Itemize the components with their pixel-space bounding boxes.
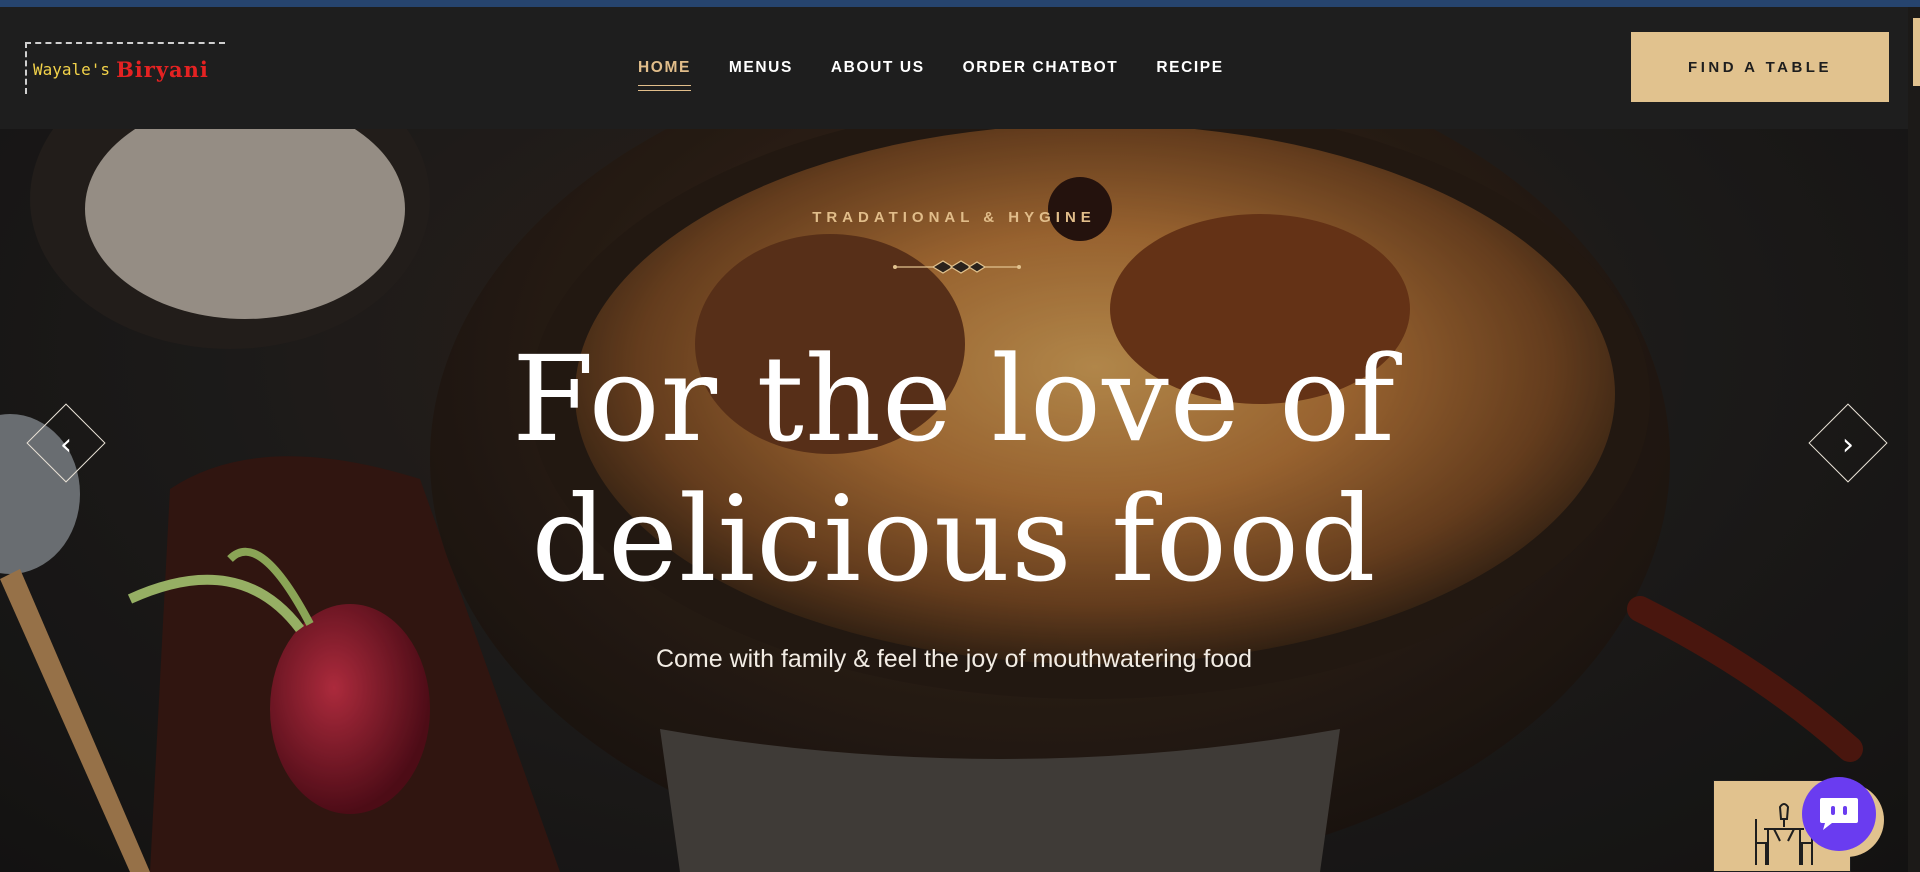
nav-order-chatbot[interactable]: ORDER CHATBOT <box>963 59 1119 77</box>
hero-tagline: Come with family & feel the joy of mouth… <box>655 645 1253 673</box>
nav-recipe[interactable]: RECIPE <box>1156 59 1223 77</box>
hero-title-line-1: For the love of <box>512 330 1396 468</box>
brand-name-first: Wayale's <box>33 59 111 79</box>
brand-name-second: Biryani <box>116 56 209 82</box>
chat-bubble-icon <box>1820 798 1858 830</box>
chat-launcher-button[interactable] <box>1802 777 1876 851</box>
nav-home[interactable]: HOME <box>638 59 691 91</box>
chevron-right-icon: › <box>1842 426 1854 462</box>
side-accent-sliver <box>1913 18 1920 86</box>
hero-subtitle: TRADATIONAL & HYGINE <box>812 209 1096 226</box>
nav-menus[interactable]: MENUS <box>729 59 793 77</box>
site-header: Wayale's Biryani HOME MENUS ABOUT US ORD… <box>0 7 1908 129</box>
hero-slider: TRADATIONAL & HYGINE For the love of del… <box>0 129 1908 872</box>
brand-logo[interactable]: Wayale's Biryani <box>25 42 225 94</box>
top-accent-strip <box>0 0 1920 7</box>
hero-title-line-2: delicious food <box>531 470 1377 608</box>
find-a-table-button[interactable]: FIND A TABLE <box>1631 32 1889 102</box>
hero-title: For the love of delicious food <box>0 329 1908 609</box>
chevron-left-icon: ‹ <box>60 426 72 462</box>
main-nav: HOME MENUS ABOUT US ORDER CHATBOT RECIPE <box>638 59 1224 91</box>
nav-about-us[interactable]: ABOUT US <box>831 59 925 77</box>
ornament-divider <box>893 260 1021 274</box>
